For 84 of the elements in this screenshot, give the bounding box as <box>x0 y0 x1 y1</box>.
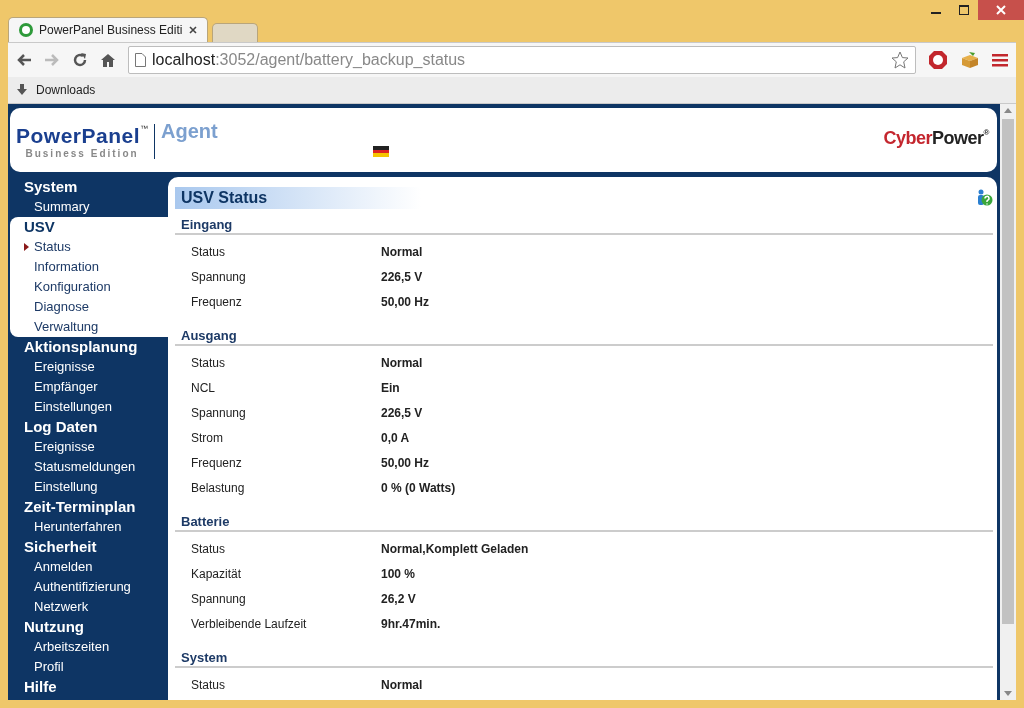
nav-group-title[interactable]: System <box>24 177 168 197</box>
agent-title: Agent <box>161 120 218 143</box>
browser-tab[interactable]: PowerPanel Business Editi <box>8 17 208 42</box>
nav-group-title[interactable]: Log Daten <box>24 417 168 437</box>
nav-item[interactable]: Information <box>24 257 168 277</box>
star-icon[interactable] <box>891 51 909 69</box>
nav-item[interactable]: Authentifizierung <box>24 577 168 597</box>
page-logo-icon <box>19 23 33 37</box>
section-title: Ausgang <box>175 324 993 346</box>
nav-item[interactable]: Ereignisse <box>24 437 168 457</box>
field-value: 0,0 A <box>381 430 410 445</box>
field-label: Verbleibende Laufzeit <box>190 616 308 631</box>
nav-item[interactable]: Verwaltung <box>24 317 168 337</box>
box-icon[interactable] <box>960 51 980 69</box>
field-value: 50,00 Hz <box>381 294 430 309</box>
nav-item[interactable]: Konfiguration <box>24 277 168 297</box>
nav-item[interactable]: Statusmeldungen <box>24 457 168 477</box>
field-label: Spannung <box>190 591 247 606</box>
address-field[interactable]: localhost:3052/agent/battery_backup_status <box>128 46 916 74</box>
nav-item[interactable]: Empfänger <box>24 377 168 397</box>
nav-item[interactable]: Summary <box>24 197 168 217</box>
download-icon <box>16 84 28 96</box>
field-label: Status <box>190 355 227 370</box>
nav-item[interactable]: Profil <box>24 657 168 677</box>
nav-item[interactable]: Herunterfahren <box>24 517 168 537</box>
nav-group-title[interactable]: Zeit-Terminplan <box>24 497 168 517</box>
flag-icon[interactable] <box>372 146 389 157</box>
field-value: Normal <box>381 355 423 370</box>
section-title: System <box>175 646 993 668</box>
nav-group-title[interactable]: Nutzung <box>24 617 168 637</box>
close-button[interactable] <box>978 0 1024 20</box>
scroll-down-icon[interactable] <box>1004 691 1012 696</box>
nav-group-title[interactable]: Aktionsplanung <box>24 337 168 357</box>
field-value: 0 % (0 Watts) <box>381 480 456 495</box>
field-label: Spannung <box>190 405 247 420</box>
field-label: Frequenz <box>190 455 243 470</box>
stop-sign-icon[interactable] <box>928 50 948 70</box>
section-title: Batterie <box>175 510 993 532</box>
nav-group-title[interactable]: Sicherheit <box>24 537 168 557</box>
field-label: Strom <box>190 430 224 445</box>
close-icon[interactable] <box>189 26 197 34</box>
nav-item[interactable]: Einstellungen <box>24 397 168 417</box>
field-label: NCL <box>190 380 216 395</box>
field-value: 9hr.47min. <box>381 616 441 631</box>
nav-item[interactable]: Anmelden <box>24 557 168 577</box>
brand-logo: CyberPower® <box>883 128 989 149</box>
field-label: Kapazität <box>190 566 243 581</box>
nav-item[interactable]: Einstellung <box>24 477 168 497</box>
scroll-up-icon[interactable] <box>1004 108 1012 113</box>
field-label: Belastung <box>190 480 246 495</box>
scrollbar[interactable] <box>1000 104 1016 700</box>
nav-item[interactable]: Diagnose <box>24 297 168 317</box>
nav-item[interactable]: Ereignisse <box>24 357 168 377</box>
nav-item[interactable]: Arbeitszeiten <box>24 637 168 657</box>
nav-item[interactable]: Netzwerk <box>24 597 168 617</box>
help-icon[interactable] <box>975 189 993 207</box>
home-icon[interactable] <box>100 52 116 68</box>
nav-group-title[interactable]: Hilfe <box>24 677 168 697</box>
bookmark-link[interactable]: Downloads <box>36 83 96 97</box>
field-value: 50,00 Hz <box>381 455 430 470</box>
field-label: Frequenz <box>190 294 243 309</box>
field-value: 26,2 V <box>381 591 416 606</box>
field-value: 226,5 V <box>381 405 423 420</box>
field-value: Ein <box>381 380 400 395</box>
page-icon <box>135 53 146 67</box>
field-label: Spannung <box>190 269 247 284</box>
field-label: Status <box>190 677 227 692</box>
field-value: Normal <box>381 677 423 692</box>
maximize-icon[interactable] <box>959 5 969 15</box>
nav-group-title[interactable]: USV <box>24 217 168 237</box>
field-value: 226,5 V <box>381 269 423 284</box>
field-value: Normal,Komplett Geladen <box>381 541 529 556</box>
field-value: Normal <box>381 244 423 259</box>
url-text: localhost:3052/agent/battery_backup_status <box>152 51 467 69</box>
field-label: Status <box>190 541 227 556</box>
nav-item[interactable]: Status <box>24 237 168 257</box>
reload-icon[interactable] <box>72 52 88 68</box>
field-value: 100 % <box>381 566 416 581</box>
field-label: Status <box>190 244 227 259</box>
section-title: Eingang <box>175 213 993 235</box>
back-icon[interactable] <box>16 52 32 68</box>
logo-subtitle: Business Edition <box>25 148 139 159</box>
menu-icon[interactable] <box>992 52 1008 68</box>
logo-text: PowerPanel™ <box>16 124 149 148</box>
